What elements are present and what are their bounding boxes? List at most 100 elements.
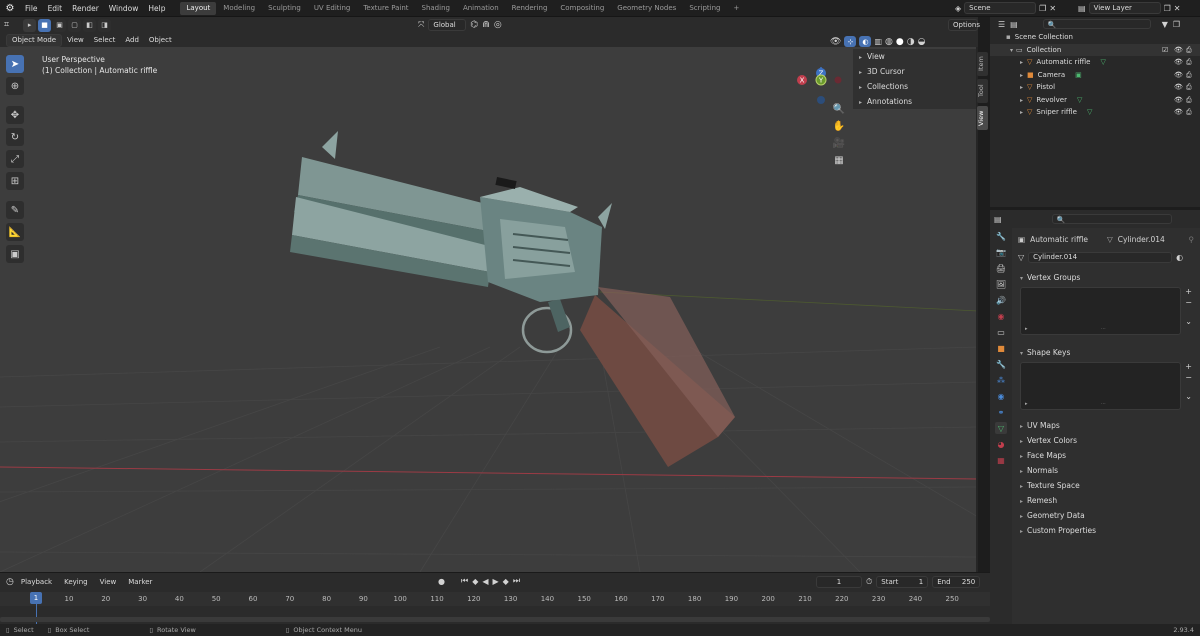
- select-intersect-icon[interactable]: ◨: [98, 18, 112, 32]
- tool-tab-icon[interactable]: 🔧: [995, 230, 1007, 242]
- visibility-icon[interactable]: 👁: [830, 37, 841, 47]
- section-vertex-colors[interactable]: ▸ Vertex Colors: [1012, 433, 1200, 448]
- end-frame-field[interactable]: End 250: [932, 576, 981, 588]
- pivot-point-icon[interactable]: ⌬: [470, 20, 478, 30]
- tab-layout[interactable]: Layout: [180, 1, 217, 15]
- tab-sculpting[interactable]: Sculpting: [262, 2, 307, 15]
- tab-item[interactable]: Item: [977, 52, 988, 76]
- outliner-item-pistol[interactable]: ▸ ▽ Pistol 👁 ⎙: [990, 81, 1200, 94]
- orientation-dropdown[interactable]: Global: [428, 19, 467, 31]
- 3d-viewport[interactable]: ➤ ⊕ ✥ ↻ ⤢ ⊞ ✎ 📐 ▣ User Perspective (1) C…: [0, 47, 978, 572]
- physics-tab-icon[interactable]: ◉: [995, 390, 1007, 402]
- section-texture-space[interactable]: ▸ Texture Space: [1012, 478, 1200, 493]
- xray-icon[interactable]: ▥: [874, 37, 882, 46]
- camera-render-icon[interactable]: ⎙: [1186, 69, 1192, 82]
- camera-render-icon[interactable]: ⎙: [1186, 44, 1192, 57]
- mesh-name-field[interactable]: Cylinder.014: [1028, 251, 1173, 263]
- tab-shading[interactable]: Shading: [416, 2, 456, 15]
- menu-window[interactable]: Window: [104, 0, 144, 17]
- shape-key-menu-icon[interactable]: ⌄: [1185, 392, 1192, 401]
- outliner-item-revolver[interactable]: ▸ ▽ Revolver ▽ 👁 ⎙: [990, 94, 1200, 107]
- playback-menu[interactable]: Playback: [16, 575, 57, 589]
- blender-logo-icon[interactable]: ⚙: [0, 3, 20, 14]
- delete-view-layer-icon[interactable]: ✕: [1174, 4, 1181, 13]
- object-tab-icon[interactable]: ■: [995, 342, 1007, 354]
- camera-view-icon[interactable]: 🎥: [833, 138, 845, 149]
- vp-menu-add[interactable]: Add: [120, 33, 144, 47]
- resize-handle-icon[interactable]: ⋯: [1101, 401, 1106, 407]
- section-uv-maps[interactable]: ▸ UV Maps: [1012, 418, 1200, 433]
- measure-tool-icon[interactable]: 📐: [6, 223, 24, 241]
- render-tab-icon[interactable]: 📷: [995, 246, 1007, 258]
- expand-list-icon[interactable]: ▸: [1025, 326, 1028, 332]
- copy-view-layer-icon[interactable]: ❐: [1164, 4, 1171, 13]
- tab-tool[interactable]: Tool: [977, 79, 988, 103]
- shading-wireframe-icon[interactable]: ◍: [885, 37, 893, 47]
- new-collection-icon[interactable]: ❐: [1173, 20, 1180, 29]
- scale-tool-icon[interactable]: ⤢: [6, 150, 24, 168]
- overlay-toggle-icon[interactable]: ◐: [859, 36, 872, 47]
- outliner-search-input[interactable]: 🔍: [1042, 19, 1151, 29]
- expand-icon[interactable]: ▾: [1010, 47, 1013, 54]
- menu-help[interactable]: Help: [143, 0, 170, 17]
- copy-scene-icon[interactable]: ❐: [1039, 4, 1046, 13]
- world-tab-icon[interactable]: ◉: [995, 310, 1007, 322]
- material-tab-icon[interactable]: ◕: [995, 438, 1007, 450]
- npanel-collections[interactable]: ▸ Collections: [853, 79, 976, 94]
- camera-render-icon[interactable]: ⎙: [1186, 81, 1192, 94]
- annotate-tool-icon[interactable]: ✎: [6, 201, 24, 219]
- options-dropdown[interactable]: Options: [948, 19, 980, 31]
- vp-menu-view[interactable]: View: [62, 33, 89, 47]
- scene-field[interactable]: Scene: [964, 2, 1037, 14]
- remove-vertex-group-icon[interactable]: −: [1185, 298, 1192, 307]
- menu-edit[interactable]: Edit: [43, 0, 68, 17]
- play-icon[interactable]: ▶: [493, 577, 499, 586]
- collection-tab-icon[interactable]: ▭: [995, 326, 1007, 338]
- shape-keys-list[interactable]: ▸ ⋯: [1020, 362, 1182, 410]
- select-subtract-icon[interactable]: ▢: [68, 18, 82, 32]
- gizmo-toggle-icon[interactable]: ⊹: [844, 36, 857, 47]
- resize-handle-icon[interactable]: ⋯: [1101, 326, 1106, 332]
- prev-keyframe-icon[interactable]: ◆: [472, 577, 478, 586]
- scene-collection-row[interactable]: ▪ Scene Collection: [990, 31, 1200, 44]
- next-keyframe-icon[interactable]: ◆: [503, 577, 509, 586]
- ortho-grid-icon[interactable]: ▦: [834, 155, 843, 166]
- tab-compositing[interactable]: Compositing: [554, 2, 610, 15]
- texture-tab-icon[interactable]: ▦: [995, 454, 1007, 466]
- transform-tool-icon[interactable]: ⊞: [6, 172, 24, 190]
- section-normals[interactable]: ▸ Normals: [1012, 463, 1200, 478]
- delete-scene-icon[interactable]: ✕: [1049, 4, 1056, 13]
- camera-render-icon[interactable]: ⎙: [1186, 106, 1192, 119]
- zoom-icon[interactable]: 🔍: [833, 104, 845, 115]
- eye-icon[interactable]: 👁: [1174, 106, 1183, 119]
- timeline-scrollbar[interactable]: [0, 617, 990, 622]
- constraints-tab-icon[interactable]: ⚭: [995, 406, 1007, 418]
- properties-editor-icon[interactable]: ▤: [994, 215, 1002, 224]
- tab-view[interactable]: View: [977, 106, 988, 130]
- editor-type-icon[interactable]: ⌗: [4, 20, 9, 30]
- outliner-item-sniper-riffle[interactable]: ▸ ▽ Sniper riffle ▽ 👁 ⎙: [990, 106, 1200, 119]
- section-face-maps[interactable]: ▸ Face Maps: [1012, 448, 1200, 463]
- tab-texture-paint[interactable]: Texture Paint: [357, 2, 414, 15]
- move-tool-icon[interactable]: ✥: [6, 106, 24, 124]
- shading-rendered-icon[interactable]: ◒: [918, 37, 926, 47]
- select-invert-icon[interactable]: ◧: [83, 18, 97, 32]
- section-custom-properties[interactable]: ▸ Custom Properties: [1012, 523, 1200, 538]
- start-frame-field[interactable]: Start 1: [876, 576, 929, 588]
- menu-file[interactable]: File: [20, 0, 43, 17]
- playhead[interactable]: 1: [30, 592, 42, 604]
- display-mode-icon[interactable]: ▤: [1010, 20, 1018, 29]
- pan-hand-icon[interactable]: ✋: [833, 121, 845, 132]
- mesh-data-tab-icon[interactable]: ▽: [995, 422, 1007, 434]
- add-cube-tool-icon[interactable]: ▣: [6, 245, 24, 263]
- modifier-tab-icon[interactable]: 🔧: [995, 358, 1007, 370]
- view-layer-tab-icon[interactable]: 🖼: [995, 278, 1007, 290]
- vertex-group-menu-icon[interactable]: ⌄: [1185, 317, 1192, 326]
- remove-shape-key-icon[interactable]: −: [1185, 373, 1192, 382]
- filter-icon[interactable]: ▼: [1162, 20, 1168, 29]
- select-tool-icon[interactable]: ➤: [6, 55, 24, 73]
- outliner-item-automatic-riffle[interactable]: ▸ ▽ Automatic riffle ▽ 👁 ⎙: [990, 56, 1200, 69]
- properties-search-input[interactable]: 🔍: [1051, 214, 1172, 224]
- npanel-3d-cursor[interactable]: ▸ 3D Cursor: [853, 64, 976, 79]
- tab-animation[interactable]: Animation: [457, 2, 505, 15]
